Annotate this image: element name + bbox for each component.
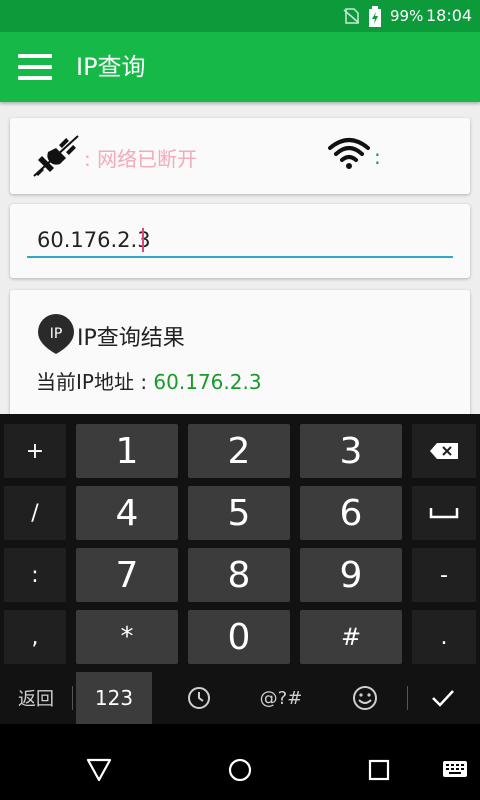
key-3[interactable]: 3: [300, 424, 402, 478]
key-9[interactable]: 9: [300, 548, 402, 602]
key-4[interactable]: 4: [76, 486, 178, 540]
numeric-keyboard: + / : , 1 2 3 4 5 6 7 8 9 * 0 # - . 返回 1…: [0, 414, 480, 724]
current-ip-value: 60.176.2.3: [153, 370, 262, 394]
keyboard-switch-icon[interactable]: [442, 760, 468, 780]
no-sim-icon: [343, 8, 359, 24]
key-7[interactable]: 7: [76, 548, 178, 602]
key-2[interactable]: 2: [188, 424, 290, 478]
key-0[interactable]: 0: [188, 610, 290, 664]
clock: 18:04: [426, 6, 473, 25]
key-hash[interactable]: #: [300, 610, 402, 664]
status-bar: 99% 18:04: [0, 0, 480, 32]
page-title: IP查询: [76, 53, 146, 81]
symbols-key[interactable]: @?#: [246, 672, 316, 724]
key-6[interactable]: 6: [300, 486, 402, 540]
clock-icon: [188, 687, 210, 709]
divider: [72, 686, 73, 710]
recent-key[interactable]: [164, 672, 234, 724]
navigation-bar: [0, 724, 480, 800]
home-nav-icon[interactable]: [228, 758, 252, 782]
key-plus[interactable]: +: [4, 424, 66, 478]
key-5[interactable]: 5: [188, 486, 290, 540]
battery-percent: 99%: [390, 7, 424, 25]
ip-input[interactable]: [27, 224, 463, 256]
result-title: IP查询结果: [77, 326, 185, 351]
done-key[interactable]: [410, 672, 476, 724]
backspace-icon: [430, 443, 458, 459]
network-status-text: : 网络已断开: [84, 147, 198, 171]
input-underline: [27, 256, 453, 258]
unplugged-icon: [33, 135, 79, 177]
backspace-key[interactable]: [412, 424, 476, 478]
wifi-status-text: :: [374, 145, 381, 169]
wifi-icon: [328, 138, 370, 169]
network-status-card: : 网络已断开 :: [10, 118, 470, 194]
emoji-key[interactable]: [330, 672, 400, 724]
checkmark-icon: [432, 690, 454, 707]
key-comma[interactable]: ,: [4, 610, 66, 664]
current-ip-line: 当前IP地址 : 60.176.2.3: [36, 366, 262, 395]
back-key[interactable]: 返回: [0, 672, 72, 724]
battery-icon: [369, 6, 381, 27]
numeric-mode-key[interactable]: 123: [76, 672, 152, 724]
ip-pin-icon: IP: [38, 314, 74, 354]
key-slash[interactable]: /: [4, 486, 66, 540]
key-1[interactable]: 1: [76, 424, 178, 478]
divider: [407, 686, 408, 710]
svg-text:IP: IP: [50, 326, 63, 342]
menu-icon[interactable]: [18, 54, 52, 80]
back-nav-icon[interactable]: [86, 758, 112, 782]
key-asterisk[interactable]: *: [76, 610, 178, 664]
key-colon[interactable]: :: [4, 548, 66, 602]
key-minus[interactable]: -: [412, 548, 476, 602]
emoji-icon: [353, 686, 377, 710]
current-ip-label: 当前IP地址 :: [36, 370, 154, 394]
key-period[interactable]: .: [412, 610, 476, 664]
result-card: IP IP查询结果 当前IP地址 : 60.176.2.3 本地IP地址 :: [10, 290, 470, 430]
key-8[interactable]: 8: [188, 548, 290, 602]
app-bar: IP查询: [0, 32, 480, 102]
text-caret: [142, 228, 144, 252]
recents-nav-icon[interactable]: [368, 759, 390, 781]
space-icon: [429, 508, 459, 519]
space-key[interactable]: [412, 486, 476, 540]
